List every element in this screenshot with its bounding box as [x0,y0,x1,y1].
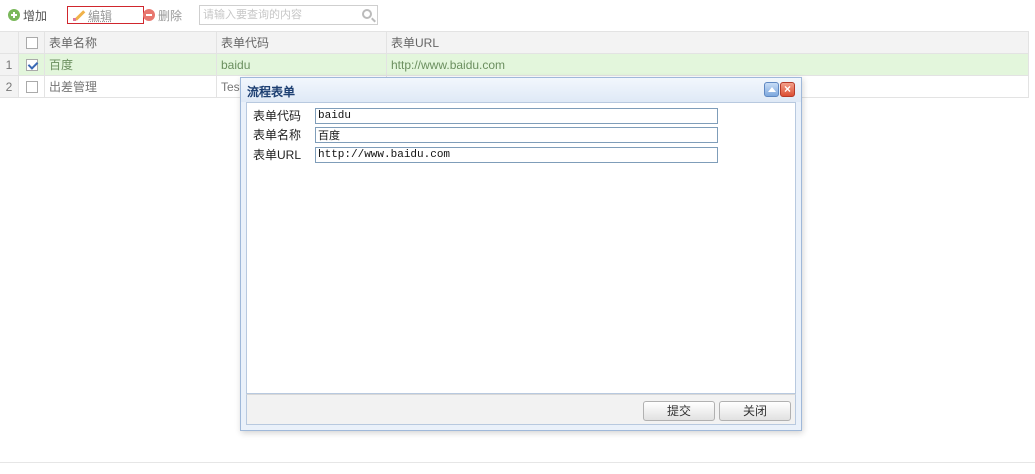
cell-url: http://www.baidu.com [387,54,1029,75]
column-header-name[interactable]: 表单名称 [45,32,217,53]
grid-header: 表单名称 表单代码 表单URL [0,31,1029,54]
dialog-title: 流程表单 [247,85,296,99]
search-box [199,5,378,25]
header-row-number [0,32,19,53]
dialog-body: 表单代码 表单名称 表单URL [246,102,796,394]
form-label-code: 表单代码 [253,109,302,123]
column-header-url[interactable]: 表单URL [387,32,1029,53]
row-select[interactable] [19,76,45,97]
row-checkbox[interactable] [25,58,38,71]
dialog-title-bar[interactable]: 流程表单 × [241,78,801,102]
select-all-checkbox[interactable] [25,36,38,49]
row-number: 2 [0,76,19,97]
form-name-field[interactable] [315,126,718,143]
cell-name: 出差管理 [45,76,217,97]
cell-code: baidu [217,54,387,75]
form-row-name: 表单名称 [253,126,718,143]
edit-button[interactable]: 编辑 [67,6,144,24]
table-row[interactable]: 1 百度 baidu http://www.baidu.com [0,54,1029,76]
row-number: 1 [0,54,19,75]
page: 增加 编辑 删除 表单名称 表单代码 表单URL 1 [0,0,1035,474]
form-label-url: 表单URL [253,148,302,162]
delete-button-label: 删除 [158,8,183,23]
pencil-icon [73,9,85,21]
close-button[interactable]: 关闭 [719,401,791,421]
column-header-code[interactable]: 表单代码 [217,32,387,53]
dialog-footer: 提交 关闭 [246,394,796,425]
close-icon[interactable]: × [780,82,795,97]
submit-button[interactable]: 提交 [643,401,715,421]
form-row-code: 表单代码 [253,107,718,124]
cell-name: 百度 [45,54,217,75]
row-select[interactable] [19,54,45,75]
form-dialog: 流程表单 × 表单代码 表单名称 表单URL 提交 关闭 [240,77,802,431]
search-input[interactable] [200,6,355,24]
header-select-all[interactable] [19,32,45,53]
collapse-icon[interactable] [764,82,779,97]
minus-circle-icon [143,9,155,21]
add-button-label: 增加 [23,8,48,23]
form-code-field[interactable] [315,107,718,124]
divider [0,462,1035,463]
plus-circle-icon [8,9,20,21]
toolbar: 增加 编辑 删除 [0,0,1035,31]
add-button[interactable]: 增加 [8,6,47,24]
edit-button-label: 编辑 [88,8,113,23]
form-label-name: 表单名称 [253,128,302,142]
form-row-url: 表单URL [253,146,718,163]
search-icon[interactable] [362,9,372,19]
row-checkbox[interactable] [25,80,38,93]
form-url-field[interactable] [315,146,718,163]
delete-button[interactable]: 删除 [143,6,182,24]
